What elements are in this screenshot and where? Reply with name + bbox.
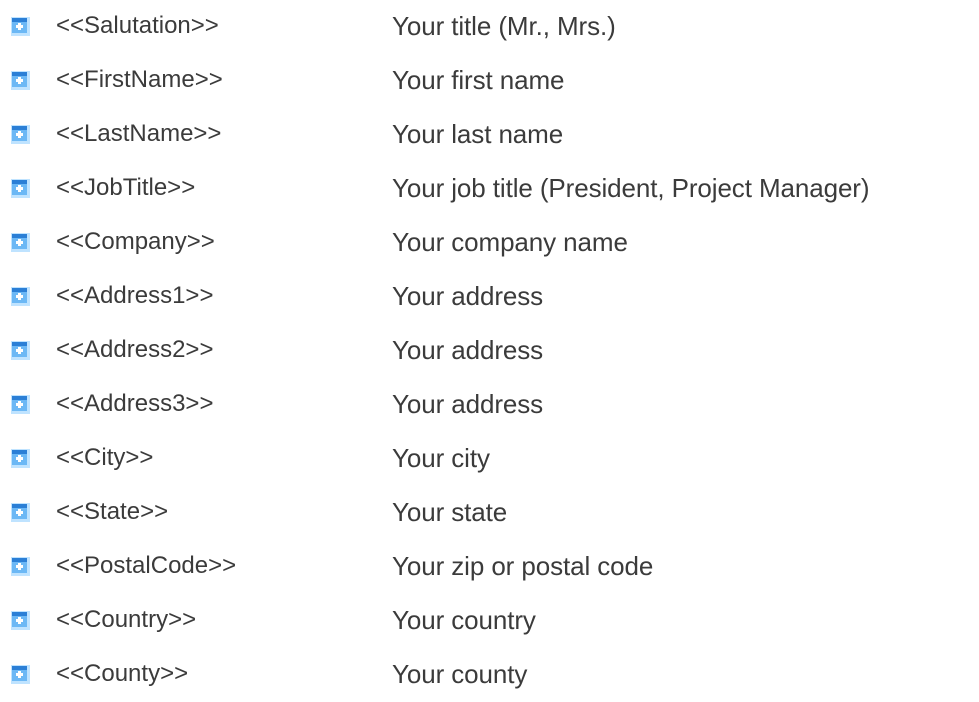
list-item: <<FirstName>> Your first name: [0, 54, 979, 108]
merge-field-description: Your zip or postal code: [392, 551, 654, 581]
merge-field-token: <<Address3>>: [56, 390, 214, 417]
merge-field-description: Your county: [392, 659, 528, 689]
list-item: <<Address1>> Your address: [0, 270, 979, 324]
merge-field-token: <<FirstName>>: [56, 66, 223, 93]
merge-field-token: <<City>>: [56, 444, 154, 471]
list-bullet-icon: [11, 341, 30, 360]
merge-field-token: <<State>>: [56, 498, 169, 525]
merge-field-description: Your title (Mr., Mrs.): [392, 11, 616, 41]
list-item: <<Salutation>> Your title (Mr., Mrs.): [0, 0, 979, 54]
merge-field-token: <<Country>>: [56, 606, 197, 633]
list-bullet-icon: [11, 395, 30, 414]
merge-field-token: <<LastName>>: [56, 120, 222, 147]
merge-field-description: Your company name: [392, 227, 628, 257]
merge-field-description: Your address: [392, 389, 544, 419]
list-bullet-icon: [11, 125, 30, 144]
merge-field-token: <<County>>: [56, 660, 189, 687]
merge-field-description: Your first name: [392, 65, 565, 95]
list-item: <<County>> Your county: [0, 648, 979, 702]
list-item: <<PostalCode>> Your zip or postal code: [0, 540, 979, 594]
merge-field-token: <<JobTitle>>: [56, 174, 196, 201]
list-bullet-icon: [11, 449, 30, 468]
merge-field-token: <<Salutation>>: [56, 12, 219, 39]
list-item: <<Country>> Your country: [0, 594, 979, 648]
merge-field-description: Your address: [392, 281, 544, 311]
merge-field-list: <<Salutation>> Your title (Mr., Mrs.) <<…: [0, 0, 979, 700]
list-item: <<JobTitle>> Your job title (President, …: [0, 162, 979, 216]
list-bullet-icon: [11, 71, 30, 90]
merge-field-description: Your country: [392, 605, 536, 635]
list-item: <<State>> Your state: [0, 486, 979, 540]
merge-field-description: Your last name: [392, 119, 564, 149]
list-bullet-icon: [11, 557, 30, 576]
list-bullet-icon: [11, 233, 30, 252]
list-bullet-icon: [11, 179, 30, 198]
list-bullet-icon: [11, 287, 30, 306]
list-item: <<City>> Your city: [0, 432, 979, 486]
merge-field-token: <<Address2>>: [56, 336, 214, 363]
merge-field-token: <<Address1>>: [56, 282, 214, 309]
list-item: <<Address3>> Your address: [0, 378, 979, 432]
merge-field-token: <<PostalCode>>: [56, 552, 237, 579]
list-bullet-icon: [11, 503, 30, 522]
merge-field-description: Your state: [392, 497, 508, 527]
list-item: <<LastName>> Your last name: [0, 108, 979, 162]
merge-field-token: <<Company>>: [56, 228, 215, 255]
list-bullet-icon: [11, 611, 30, 630]
list-bullet-icon: [11, 665, 30, 684]
merge-field-description: Your address: [392, 335, 544, 365]
list-item: <<Company>> Your company name: [0, 216, 979, 270]
merge-field-description: Your city: [392, 443, 490, 473]
merge-field-description: Your job title (President, Project Manag…: [392, 173, 870, 203]
list-bullet-icon: [11, 17, 30, 36]
list-item: <<Address2>> Your address: [0, 324, 979, 378]
